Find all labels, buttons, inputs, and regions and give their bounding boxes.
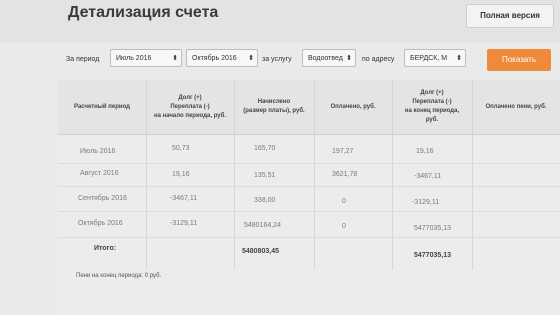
period-to-value: Октябрь 2016 — [192, 55, 237, 62]
cell-debt-end: -3467,11 — [414, 173, 442, 180]
cell-debt-start: -3467,11 — [170, 195, 198, 202]
cell-paid: 0 — [342, 223, 346, 230]
period-label: За период — [66, 56, 100, 63]
total-debt-end: 5477035,13 — [414, 252, 451, 259]
cell-period: Сентябрь 2016 — [78, 195, 127, 202]
updown-icon: ⬍ — [346, 55, 352, 62]
updown-icon: ⬍ — [248, 55, 254, 62]
cell-debt-end: 19,16 — [416, 148, 434, 155]
updown-icon: ⬍ — [172, 55, 178, 62]
col-header-period: Расчетный период — [74, 103, 130, 110]
show-button[interactable]: Показать — [487, 49, 551, 71]
cell-debt-start: 19,16 — [172, 171, 190, 178]
col-header-charged: Начислено (размер платы), руб. — [243, 99, 305, 114]
service-label: за услугу — [262, 56, 292, 63]
column-divider — [234, 80, 235, 270]
account-table: Расчетный период Долг (+) Переплата (-) … — [58, 80, 560, 315]
cell-charged: 338,00 — [254, 197, 276, 204]
row-divider — [58, 211, 560, 212]
column-divider — [314, 80, 315, 270]
service-select[interactable]: Водоотвед ⬍ — [302, 49, 356, 67]
cell-period: Август 2016 — [80, 170, 119, 177]
cell-paid: 3621,78 — [332, 171, 358, 178]
full-version-button[interactable]: Полная версия — [466, 4, 554, 28]
row-divider — [58, 163, 560, 164]
total-charged: 5480803,45 — [242, 248, 279, 255]
cell-debt-start: 50,73 — [172, 145, 190, 152]
period-to-select[interactable]: Октябрь 2016 ⬍ — [186, 49, 258, 67]
col-header-paid: Оплачено, руб. — [330, 103, 376, 110]
cell-paid: 0 — [342, 198, 346, 205]
column-divider — [146, 80, 147, 270]
period-from-value: Июль 2016 — [116, 55, 152, 62]
row-divider — [58, 237, 560, 238]
address-select[interactable]: БЕРДСК, М ⬍ — [404, 49, 466, 67]
filter-bar: За период Июль 2016 ⬍ Октябрь 2016 ⬍ за … — [64, 44, 560, 76]
page-title: Детализация счета — [68, 4, 219, 21]
cell-debt-start: -3129,11 — [170, 220, 198, 227]
period-from-select[interactable]: Июль 2016 ⬍ — [110, 49, 182, 67]
penalty-note: Пени на конец периода: 0 руб. — [76, 273, 162, 279]
cell-charged: 5480164,24 — [244, 222, 281, 229]
cell-period: Июль 2016 — [80, 148, 116, 155]
column-divider — [472, 80, 473, 270]
cell-charged: 165,70 — [254, 145, 276, 152]
cell-charged: 135,51 — [254, 172, 276, 179]
updown-icon: ⬍ — [456, 55, 462, 62]
col-header-debt-end: Долг (+) Переплата (-) на конец периода,… — [404, 90, 460, 123]
col-header-penalty-paid: Оплачено пени, руб. — [485, 103, 547, 110]
row-divider — [58, 186, 560, 187]
total-label: Итого: — [94, 245, 117, 252]
address-label: по адресу — [362, 56, 395, 63]
address-value: БЕРДСК, М — [410, 55, 448, 62]
table-header: Расчетный период Долг (+) Переплата (-) … — [58, 80, 560, 135]
column-divider — [392, 80, 393, 270]
cell-debt-end: -3129,11 — [412, 199, 440, 206]
cell-paid: 197,27 — [332, 148, 354, 155]
cell-period: Октябрь 2016 — [78, 220, 123, 227]
cell-debt-end: 5477035,13 — [414, 225, 451, 232]
service-value: Водоотвед — [308, 55, 343, 62]
col-header-debt-start: Долг (+) Переплата (-) на начало периода… — [154, 94, 226, 119]
